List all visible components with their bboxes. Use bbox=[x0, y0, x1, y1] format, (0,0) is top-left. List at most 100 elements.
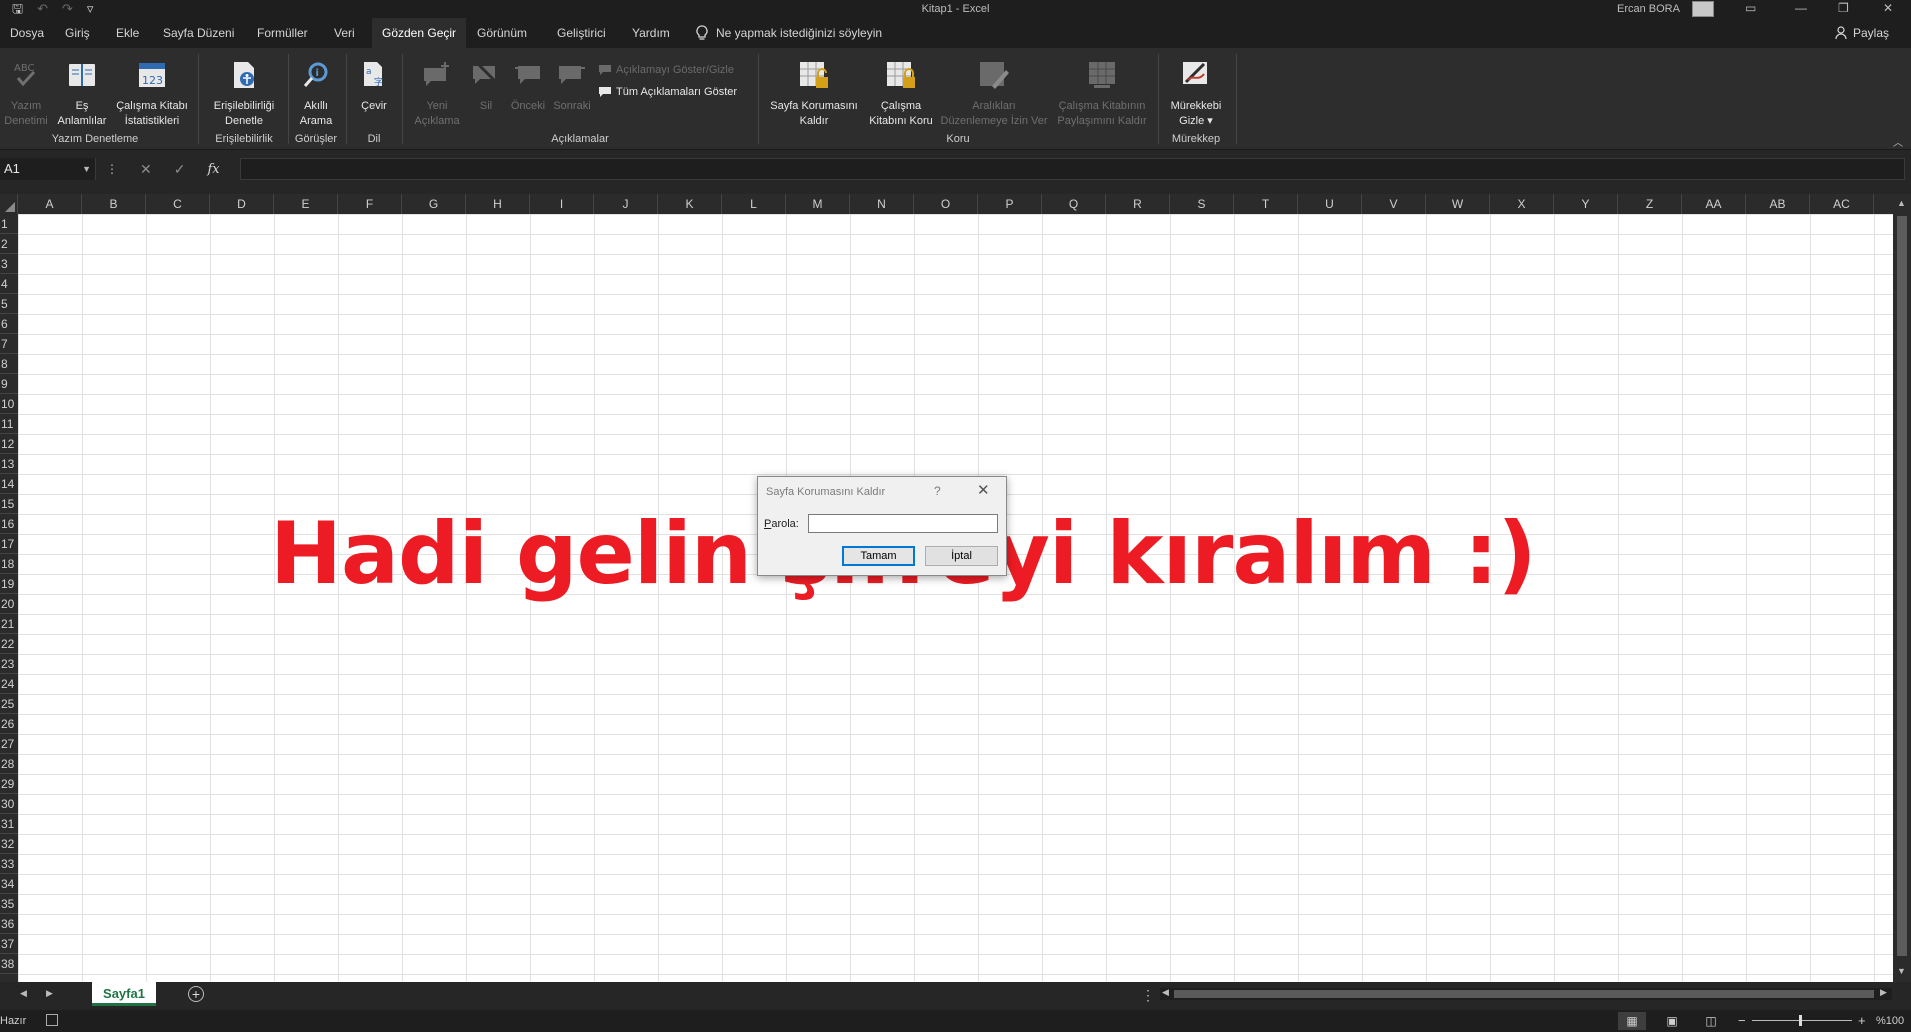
protect-workbook-button[interactable]: Çalışma Kitabını Koru bbox=[862, 60, 940, 129]
zoom-out-icon[interactable]: − bbox=[1738, 1013, 1746, 1028]
cancel-button[interactable]: İptal bbox=[925, 546, 998, 566]
column-header[interactable]: Z bbox=[1618, 194, 1682, 214]
row-header[interactable]: 19 bbox=[0, 574, 18, 594]
column-header[interactable]: B bbox=[82, 194, 146, 214]
column-header[interactable]: AA bbox=[1682, 194, 1746, 214]
column-header[interactable]: E bbox=[274, 194, 338, 214]
password-field[interactable] bbox=[808, 514, 998, 533]
restore-icon[interactable]: ❐ bbox=[1838, 1, 1849, 15]
column-header[interactable]: AC bbox=[1810, 194, 1874, 214]
row-header[interactable]: 5 bbox=[0, 294, 18, 314]
column-header[interactable]: V bbox=[1362, 194, 1426, 214]
column-header[interactable]: S bbox=[1170, 194, 1234, 214]
row-header[interactable]: 2 bbox=[0, 234, 18, 254]
sheet-tab-sayfa1[interactable]: Sayfa1 bbox=[92, 982, 156, 1006]
cell-area[interactable]: Hadi gelin şifreyi kıralım :) bbox=[18, 214, 1893, 982]
thesaurus-button[interactable]: Eş Anlamlılar bbox=[52, 60, 112, 129]
row-header[interactable]: 17 bbox=[0, 534, 18, 554]
tab-gelistirici[interactable]: Geliştirici bbox=[547, 18, 616, 48]
row-header[interactable]: 29 bbox=[0, 774, 18, 794]
new-comment-button[interactable]: Yeni Açıklama bbox=[408, 60, 466, 129]
row-header[interactable]: 14 bbox=[0, 474, 18, 494]
workbook-statistics-button[interactable]: 123 Çalışma Kitabı İstatistikleri bbox=[112, 60, 192, 129]
column-header[interactable]: X bbox=[1490, 194, 1554, 214]
show-hide-comment-button[interactable]: Açıklamayı Göster/Gizle bbox=[598, 64, 734, 76]
row-header[interactable]: 31 bbox=[0, 814, 18, 834]
confirm-entry-icon[interactable]: ✓ bbox=[174, 161, 186, 178]
translate-button[interactable]: a字 Çevir bbox=[352, 60, 396, 114]
horizontal-scrollbar[interactable]: ◀ ▶ bbox=[1160, 987, 1892, 1000]
row-header[interactable]: 36 bbox=[0, 914, 18, 934]
row-header[interactable]: 28 bbox=[0, 754, 18, 774]
column-header[interactable]: R bbox=[1106, 194, 1170, 214]
vertical-scroll-thumb[interactable] bbox=[1897, 216, 1907, 956]
row-header[interactable]: 10 bbox=[0, 394, 18, 414]
column-header[interactable]: U bbox=[1298, 194, 1362, 214]
close-icon[interactable]: ✕ bbox=[977, 481, 990, 499]
name-box[interactable]: A1 ▼ bbox=[0, 158, 96, 180]
ribbon-display-options-icon[interactable]: ▭ bbox=[1745, 1, 1756, 15]
row-header[interactable]: 23 bbox=[0, 654, 18, 674]
column-header[interactable]: W bbox=[1426, 194, 1490, 214]
minimize-icon[interactable]: — bbox=[1795, 1, 1807, 15]
unprotect-sheet-button[interactable]: Sayfa Korumasını Kaldır bbox=[762, 60, 866, 129]
ok-button[interactable]: Tamam bbox=[842, 546, 915, 566]
row-header[interactable]: 8 bbox=[0, 354, 18, 374]
row-header[interactable]: 16 bbox=[0, 514, 18, 534]
row-header[interactable]: 25 bbox=[0, 694, 18, 714]
normal-view-icon[interactable]: ▦ bbox=[1618, 1012, 1646, 1030]
column-header[interactable]: G bbox=[402, 194, 466, 214]
row-header[interactable]: 37 bbox=[0, 934, 18, 954]
column-header[interactable]: P bbox=[978, 194, 1042, 214]
row-header[interactable]: 35 bbox=[0, 894, 18, 914]
macro-record-icon[interactable] bbox=[46, 1014, 58, 1026]
chevron-down-icon[interactable]: ▼ bbox=[82, 158, 91, 180]
user-name[interactable]: Ercan BORA bbox=[1617, 3, 1680, 15]
tab-gozden-gecir[interactable]: Gözden Geçir bbox=[372, 18, 467, 48]
tab-yardim[interactable]: Yardım bbox=[622, 18, 680, 48]
column-header[interactable]: A bbox=[18, 194, 82, 214]
share-button[interactable]: Paylaş bbox=[1835, 18, 1889, 48]
insert-function-icon[interactable]: fx bbox=[207, 162, 219, 177]
column-header[interactable]: J bbox=[594, 194, 658, 214]
next-sheet-icon[interactable]: ▶ bbox=[46, 988, 53, 999]
row-header[interactable]: 27 bbox=[0, 734, 18, 754]
tab-ekle[interactable]: Ekle bbox=[106, 18, 149, 48]
help-icon[interactable]: ? bbox=[934, 484, 941, 498]
previous-sheet-icon[interactable]: ◀ bbox=[20, 988, 27, 999]
vertical-scrollbar[interactable]: ▲ ▼ bbox=[1893, 194, 1911, 982]
row-header[interactable]: 34 bbox=[0, 874, 18, 894]
hide-ink-button[interactable]: Mürekkebi Gizle ▾ bbox=[1162, 60, 1230, 129]
cancel-entry-icon[interactable]: ✕ bbox=[140, 161, 152, 178]
column-header[interactable]: C bbox=[146, 194, 210, 214]
row-header[interactable]: 33 bbox=[0, 854, 18, 874]
column-header[interactable]: Q bbox=[1042, 194, 1106, 214]
row-header[interactable]: 4 bbox=[0, 274, 18, 294]
tab-gorunum[interactable]: Görünüm bbox=[467, 18, 537, 48]
row-header[interactable]: 26 bbox=[0, 714, 18, 734]
column-header[interactable]: F bbox=[338, 194, 402, 214]
zoom-level[interactable]: %100 bbox=[1876, 1015, 1904, 1027]
more-options-icon[interactable]: ⋮ bbox=[106, 162, 118, 176]
row-header[interactable]: 15 bbox=[0, 494, 18, 514]
column-header[interactable]: K bbox=[658, 194, 722, 214]
column-header[interactable]: N bbox=[850, 194, 914, 214]
previous-comment-button[interactable]: Önceki bbox=[506, 60, 550, 114]
spelling-button[interactable]: ABC Yazım Denetimi bbox=[2, 60, 50, 129]
smart-lookup-button[interactable]: i Akıllı Arama bbox=[292, 60, 340, 129]
page-layout-view-icon[interactable]: ▣ bbox=[1658, 1012, 1686, 1030]
column-header[interactable]: I bbox=[530, 194, 594, 214]
allow-edit-ranges-button[interactable]: Aralıkları Düzenlemeye İzin Ver bbox=[938, 60, 1050, 129]
row-header[interactable]: 6 bbox=[0, 314, 18, 334]
row-header[interactable]: 18 bbox=[0, 554, 18, 574]
column-header[interactable]: L bbox=[722, 194, 786, 214]
page-break-view-icon[interactable]: ◫ bbox=[1697, 1012, 1725, 1030]
select-all-corner[interactable] bbox=[0, 194, 18, 214]
column-header[interactable]: H bbox=[466, 194, 530, 214]
row-header[interactable]: 24 bbox=[0, 674, 18, 694]
row-header[interactable]: 3 bbox=[0, 254, 18, 274]
row-header[interactable]: 1 bbox=[0, 214, 18, 234]
unshare-workbook-button[interactable]: Çalışma Kitabının Paylaşımını Kaldır bbox=[1050, 60, 1154, 129]
row-header[interactable]: 21 bbox=[0, 614, 18, 634]
row-header[interactable]: 9 bbox=[0, 374, 18, 394]
